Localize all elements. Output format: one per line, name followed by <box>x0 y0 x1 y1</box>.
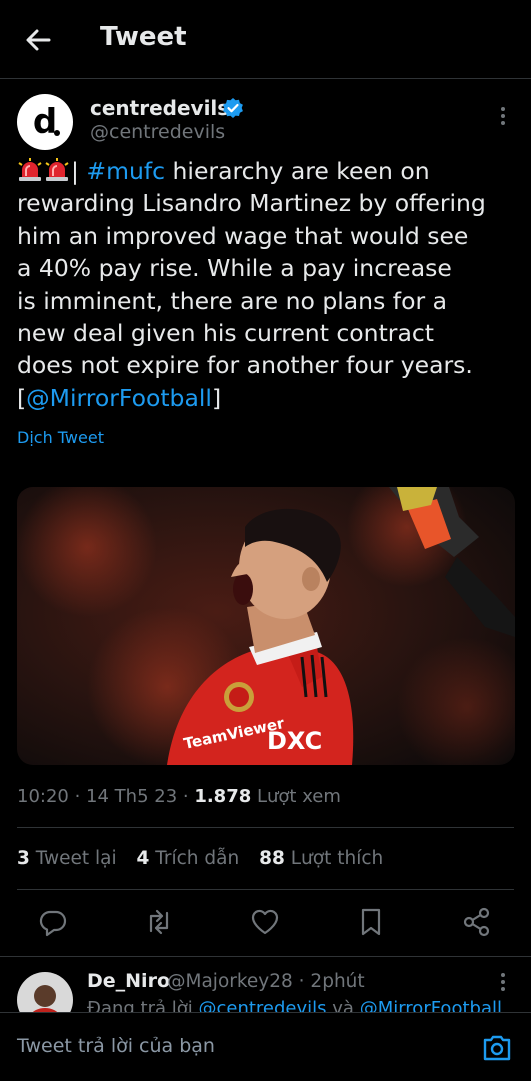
tweet-line-1: | #mufc hierarchy are keen on <box>17 155 517 187</box>
mention-link[interactable]: @MirrorFootball <box>26 384 212 412</box>
tweet-line-8: [@MirrorFootball] <box>17 382 517 414</box>
svg-text:DXC: DXC <box>267 727 322 755</box>
tweet-line-1-text: hierarchy are keen on <box>165 157 430 185</box>
page-title: Tweet <box>100 22 187 52</box>
hashtag-link[interactable]: #mufc <box>86 157 165 185</box>
timestamp-text: 10:20 · 14 Th5 23 · <box>17 786 195 807</box>
reply-author-handle[interactable]: @Majorkey28 · 2phút <box>167 971 365 992</box>
reply-more-options-icon[interactable] <box>493 970 513 994</box>
tweet-line-4: a 40% pay rise. While a pay increase <box>17 254 452 283</box>
bracket-open: [ <box>17 383 27 412</box>
share-icon[interactable] <box>461 906 493 938</box>
top-bar: Tweet <box>0 0 531 79</box>
tweet-line-3: him an improved wage that would see <box>17 221 469 250</box>
divider <box>17 889 514 890</box>
football-player-celebrating-image: TeamViewer DXC <box>17 487 515 765</box>
avatar-logo-dot <box>54 130 60 136</box>
reply-author-name[interactable]: De_Niro <box>87 970 170 992</box>
tweet-line-2: rewarding Lisandro Martinez by offering <box>17 189 486 218</box>
section-separator <box>0 956 531 957</box>
siren-emoji-icon <box>18 158 42 181</box>
siren-emoji-icon <box>45 158 69 181</box>
translate-tweet-link[interactable]: Dịch Tweet <box>17 428 104 447</box>
quotes-stat[interactable]: 4 Trích dẫn <box>137 848 240 869</box>
retweet-icon[interactable] <box>143 906 175 938</box>
retweets-stat[interactable]: 3 Tweet lại <box>17 848 117 869</box>
tweet-body: | #mufc hierarchy are keen on rewarding … <box>17 155 517 414</box>
author-handle[interactable]: @centredevils <box>90 121 225 143</box>
tweet-line-6: new deal given his current contract <box>17 319 434 348</box>
tweet-line-5: is imminent, there are no plans for a <box>17 286 447 315</box>
tweet-line-7: does not expire for another four years. <box>17 351 473 380</box>
verified-badge-icon <box>223 98 243 118</box>
engagement-stats: 3 Tweet lại 4 Trích dẫn 88 Lượt thích <box>17 848 397 869</box>
bookmark-icon[interactable] <box>355 906 387 938</box>
avatar-logo-letter: d <box>32 102 58 142</box>
likes-stat[interactable]: 88 Lượt thích <box>259 848 383 869</box>
reply-composer: Tweet trả lời của bạn <box>0 1012 531 1081</box>
more-options-icon[interactable] <box>493 104 513 128</box>
tweet-photo[interactable]: TeamViewer DXC <box>17 487 515 765</box>
separator-bar: | <box>71 157 87 185</box>
like-icon[interactable] <box>249 906 281 938</box>
reply-input[interactable]: Tweet trả lời của bạn <box>17 1035 215 1057</box>
author-name[interactable]: centredevils. <box>90 96 237 120</box>
reply-icon[interactable] <box>37 906 69 938</box>
views-label: Lượt xem <box>251 786 341 807</box>
back-arrow-icon[interactable] <box>22 24 54 56</box>
divider <box>17 827 514 828</box>
view-count: 1.878 <box>194 786 252 807</box>
tweet-timestamp: 10:20 · 14 Th5 23 · 1.878 Lượt xem <box>17 786 341 807</box>
bracket-close: ] <box>211 383 222 412</box>
camera-icon[interactable] <box>481 1031 513 1063</box>
author-avatar[interactable]: d <box>17 94 73 150</box>
